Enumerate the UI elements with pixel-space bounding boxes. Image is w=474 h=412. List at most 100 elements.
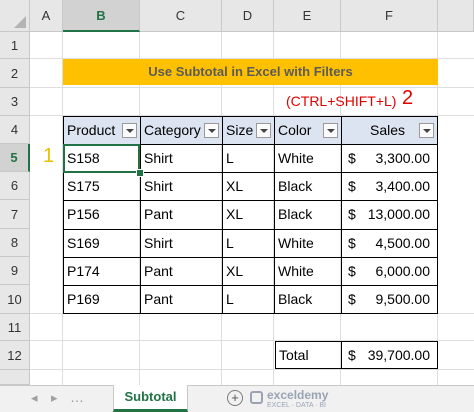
prev-sheet-arrow-icon[interactable]: ◂ — [31, 390, 38, 406]
header-label-category: Category — [144, 122, 201, 138]
filter-dropdown-icon[interactable] — [419, 123, 434, 138]
row-header-8[interactable]: 8 — [0, 229, 30, 257]
filter-dropdown-icon[interactable] — [256, 123, 271, 138]
table-cell-category[interactable]: Pant — [141, 201, 223, 230]
sales-amount: 3,400.00 — [375, 178, 431, 194]
select-all-triangle-icon — [14, 16, 26, 28]
table-cell-size[interactable]: L — [223, 145, 275, 173]
table-cell-category[interactable]: Shirt — [141, 145, 223, 173]
row-header-4[interactable]: 4 — [0, 116, 30, 144]
select-all-button[interactable] — [0, 0, 30, 32]
table-cell-size[interactable]: L — [223, 286, 275, 313]
column-header-c[interactable]: C — [140, 0, 222, 32]
currency-symbol: $ — [348, 347, 356, 363]
total-amount: 39,700.00 — [367, 347, 430, 363]
header-label-sales: Sales — [370, 122, 406, 138]
currency-symbol: $ — [348, 178, 356, 194]
row-header-6[interactable]: 6 — [0, 172, 30, 200]
table-cell-product[interactable]: S169 — [64, 230, 141, 258]
table-cell-sales[interactable]: $ 3,400.00 — [342, 173, 437, 201]
row-header-2[interactable]: 2 — [0, 59, 30, 88]
header-cell-category[interactable]: Category — [141, 117, 223, 145]
header-cell-size[interactable]: Size — [223, 117, 275, 145]
table-cell-product[interactable]: S175 — [64, 173, 141, 201]
column-header-g[interactable] — [438, 0, 474, 32]
table-cell-sales[interactable]: $ 3,300.00 — [342, 145, 437, 173]
worksheet-grid[interactable]: A B C D E F 1 2 3 4 5 6 7 8 9 10 11 12 U… — [0, 0, 474, 385]
column-header-d[interactable]: D — [222, 0, 274, 32]
header-cell-color[interactable]: Color — [275, 117, 342, 145]
table-cell-size[interactable]: XL — [223, 173, 275, 201]
row-header-5[interactable]: 5 — [0, 144, 30, 172]
header-label-product: Product — [67, 122, 116, 138]
currency-symbol: $ — [348, 150, 356, 166]
table-cell-sales[interactable]: $ 13,000.00 — [342, 201, 437, 230]
table-cell-product[interactable]: P169 — [64, 286, 141, 313]
row-header-13[interactable] — [0, 370, 30, 385]
table-cell-product[interactable]: P156 — [64, 201, 141, 230]
fill-handle[interactable] — [136, 169, 144, 177]
active-cell-selection[interactable] — [63, 144, 140, 173]
row-header-9[interactable]: 9 — [0, 257, 30, 285]
sales-amount: 4,500.00 — [375, 235, 431, 251]
filter-dropdown-icon[interactable] — [204, 123, 219, 138]
header-cell-sales[interactable]: Sales — [342, 117, 437, 145]
currency-symbol: $ — [348, 263, 356, 279]
row-header-11[interactable]: 11 — [0, 314, 30, 341]
table-cell-category[interactable]: Pant — [141, 258, 223, 286]
total-label[interactable]: Total — [276, 342, 342, 368]
total-value-cell[interactable]: $ 39,700.00 — [342, 342, 437, 368]
table-cell-category[interactable]: Shirt — [141, 173, 223, 201]
table-cell-sales[interactable]: $ 4,500.00 — [342, 230, 437, 258]
step-marker-1: 1 — [43, 145, 55, 167]
total-table: Total $ 39,700.00 — [275, 341, 438, 369]
table-cell-product[interactable]: P174 — [64, 258, 141, 286]
row-header-3[interactable]: 3 — [0, 88, 30, 116]
header-cell-product[interactable]: Product — [64, 117, 141, 145]
sales-amount: 9,500.00 — [375, 291, 431, 307]
watermark-tagline: EXCEL · DATA · BI — [267, 402, 326, 409]
currency-symbol: $ — [348, 206, 356, 222]
table-cell-category[interactable]: Shirt — [141, 230, 223, 258]
table-cell-color[interactable]: Black — [275, 286, 342, 313]
table-cell-color[interactable]: White — [275, 258, 342, 286]
currency-symbol: $ — [348, 235, 356, 251]
header-label-size: Size — [226, 122, 254, 138]
plus-circle-icon[interactable]: + — [227, 390, 243, 406]
table-cell-color[interactable]: Black — [275, 173, 342, 201]
table-cell-color[interactable]: White — [275, 145, 342, 173]
table-cell-color[interactable]: White — [275, 230, 342, 258]
column-header-e[interactable]: E — [274, 0, 341, 32]
table-cell-sales[interactable]: $ 6,000.00 — [342, 258, 437, 286]
row-header-7[interactable]: 7 — [0, 200, 30, 229]
sheet-tab-subtotal[interactable]: Subtotal — [113, 385, 188, 412]
table-cell-size[interactable]: XL — [223, 201, 275, 230]
column-header-b[interactable]: B — [63, 0, 140, 32]
sheet-tab-bar: ◂ ▸ … Subtotal + exceldemy EXCEL · DATA … — [0, 385, 474, 412]
currency-symbol: $ — [348, 291, 356, 307]
filter-dropdown-icon[interactable] — [122, 123, 137, 138]
table-cell-color[interactable]: Black — [275, 201, 342, 230]
header-label-color: Color — [278, 122, 312, 138]
sales-amount: 3,300.00 — [375, 150, 431, 166]
exceldemy-logo-icon — [250, 391, 263, 404]
row-header-12[interactable]: 12 — [0, 341, 30, 370]
row-header-10[interactable]: 10 — [0, 285, 30, 314]
column-header-f[interactable]: F — [341, 0, 438, 32]
table-cell-size[interactable]: L — [223, 230, 275, 258]
column-header-a[interactable]: A — [30, 0, 63, 32]
table-cell-size[interactable]: XL — [223, 258, 275, 286]
gridline — [30, 369, 474, 370]
filter-dropdown-icon[interactable] — [323, 123, 338, 138]
sales-amount: 13,000.00 — [367, 206, 430, 222]
more-sheets-ellipsis[interactable]: … — [70, 389, 84, 405]
step-marker-2: 2 — [402, 87, 414, 109]
table-cell-sales[interactable]: $ 9,500.00 — [342, 286, 437, 313]
next-sheet-arrow-icon[interactable]: ▸ — [51, 390, 58, 406]
sales-amount: 6,000.00 — [375, 263, 431, 279]
filter-shortcut-note: (CTRL+SHIFT+L) — [286, 93, 397, 109]
sheet-title[interactable]: Use Subtotal in Excel with Filters — [63, 59, 438, 85]
table-cell-category[interactable]: Pant — [141, 286, 223, 313]
row-header-1[interactable]: 1 — [0, 32, 30, 59]
watermark-name: exceldemy — [267, 388, 329, 402]
